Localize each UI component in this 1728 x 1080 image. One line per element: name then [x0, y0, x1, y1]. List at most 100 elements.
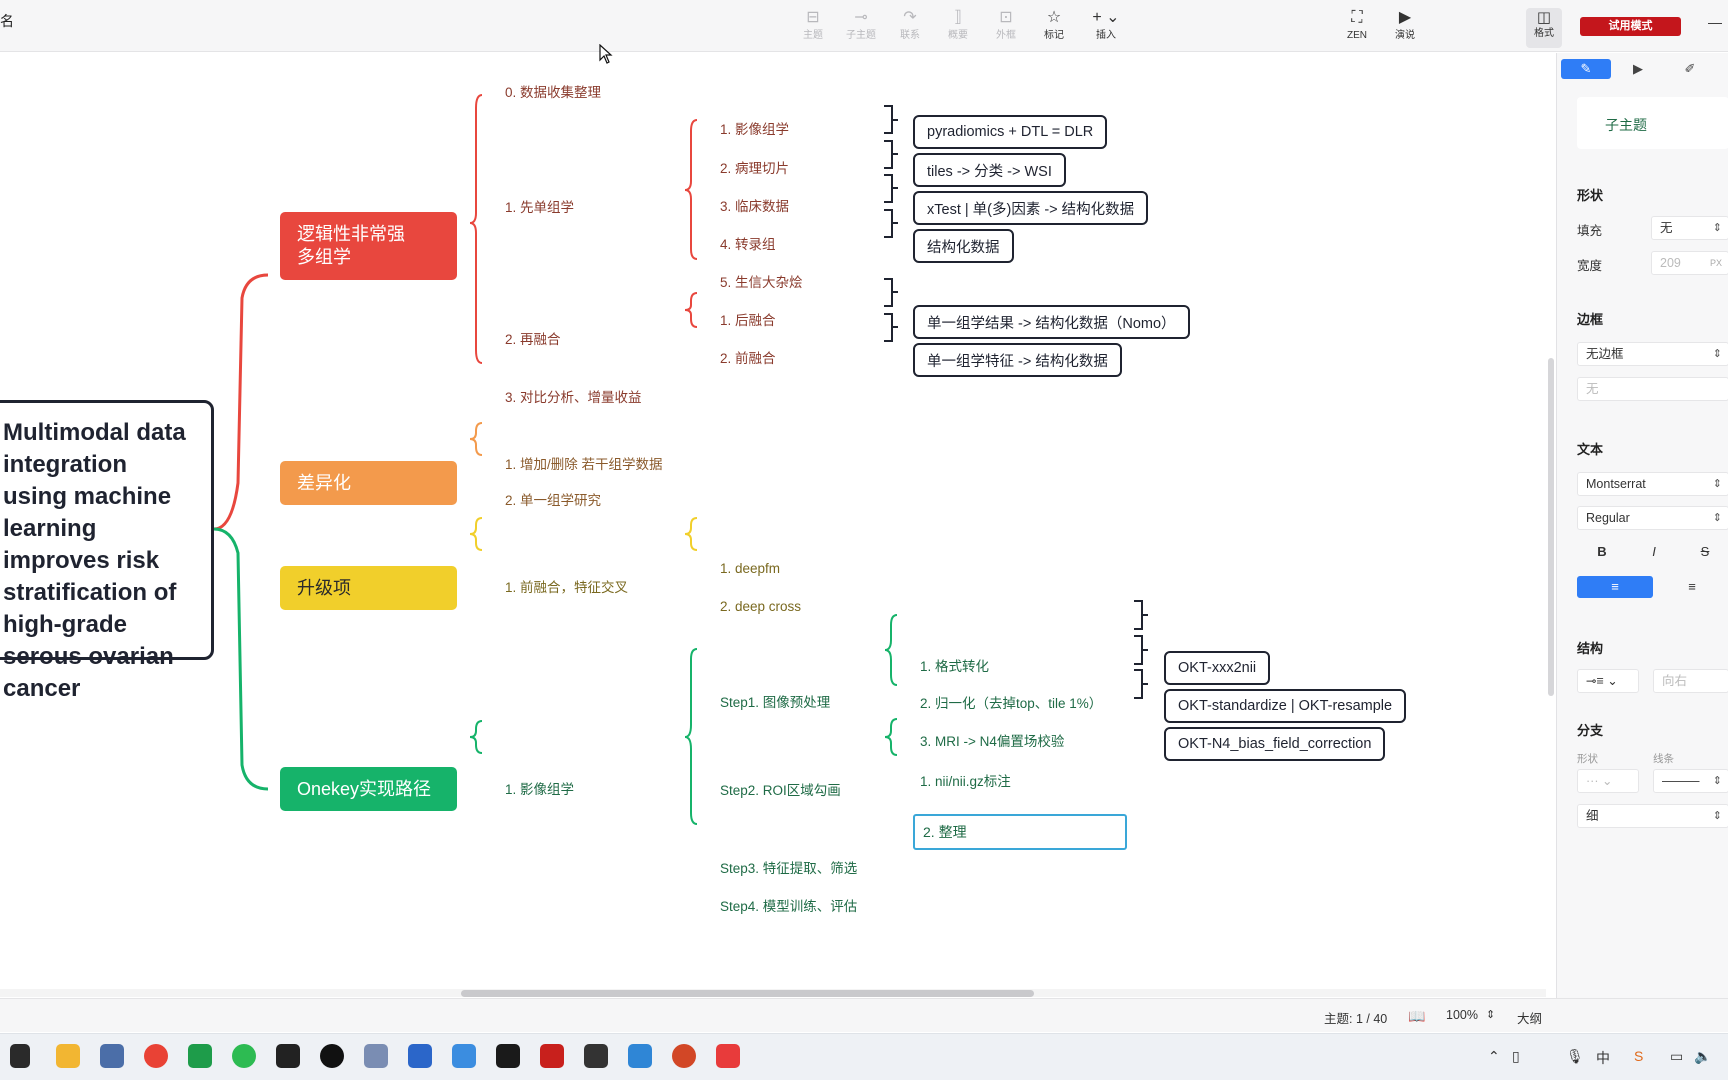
- font-select[interactable]: Montserrat ⇕: [1577, 472, 1728, 496]
- branch-line-select[interactable]: ——— ⇕: [1653, 769, 1728, 793]
- sogou-icon[interactable]: S: [1634, 1048, 1643, 1064]
- topic-clinical[interactable]: 3. 临床数据: [720, 198, 789, 216]
- central-topic[interactable]: Multimodal data integration using machin…: [0, 400, 214, 702]
- branch-onekey[interactable]: Onekey实现路径: [280, 767, 457, 811]
- volume-icon[interactable]: 🔈: [1694, 1048, 1711, 1065]
- boundary-button[interactable]: ⊡ 外框: [981, 8, 1031, 48]
- border-select[interactable]: 无边框 ⇕: [1577, 342, 1728, 366]
- topic-add-remove[interactable]: 1. 增加/删除 若干组学数据: [505, 456, 663, 474]
- screen-recorder-icon[interactable]: [276, 1044, 300, 1068]
- tencent-docs-icon[interactable]: [408, 1044, 432, 1068]
- vertical-scroll-thumb[interactable]: [1548, 358, 1554, 696]
- topic-comparison[interactable]: 3. 对比分析、增量收益: [505, 389, 642, 407]
- horizontal-scroll-thumb[interactable]: [461, 990, 1034, 997]
- align-center-button[interactable]: ≡: [1655, 576, 1728, 598]
- acrobat-icon[interactable]: [540, 1044, 564, 1068]
- branch-shape-select[interactable]: ··· ⌄: [1577, 769, 1639, 793]
- topic-single-study[interactable]: 2. 单一组学研究: [505, 492, 601, 510]
- note-pathology[interactable]: tiles -> 分类 -> WSI: [913, 153, 1066, 187]
- network-tray-icon[interactable]: ▭: [1670, 1048, 1683, 1065]
- branch-thickness-select[interactable]: 细 ⇕: [1577, 804, 1728, 828]
- minimize-button[interactable]: —: [1708, 14, 1722, 30]
- topic-single-omics[interactable]: 1. 先单组学: [505, 199, 574, 217]
- topic-deep-cross[interactable]: 2. deep cross: [720, 598, 801, 616]
- chrome-icon[interactable]: [144, 1044, 168, 1068]
- topic-step2[interactable]: Step2. ROI区域勾画: [720, 782, 841, 800]
- note-transcriptome[interactable]: 结构化数据: [913, 229, 1014, 263]
- topic-transcriptome[interactable]: 4. 转录组: [720, 236, 776, 254]
- battery-icon[interactable]: ▯: [1512, 1048, 1520, 1065]
- topic-radiomics[interactable]: 1. 影像组学: [720, 121, 789, 139]
- topic-step3[interactable]: Step3. 特征提取、筛选: [720, 860, 857, 878]
- branch-differentiation[interactable]: 差异化: [280, 461, 457, 505]
- topic-format-convert[interactable]: 1. 格式转化: [920, 658, 989, 676]
- topic-nii-annotation[interactable]: 1. nii/nii.gz标注: [920, 773, 1011, 791]
- zen-button[interactable]: ⛶ ZEN: [1332, 8, 1382, 48]
- marker-button[interactable]: ☆ 标记: [1029, 8, 1079, 48]
- capcut-icon[interactable]: [320, 1044, 344, 1068]
- network-icon[interactable]: [364, 1044, 388, 1068]
- structure-direction-select[interactable]: 向右: [1653, 669, 1728, 693]
- topic-onekey-radiomics[interactable]: 1. 影像组学: [505, 781, 574, 799]
- slide-tab[interactable]: ▶: [1613, 59, 1663, 79]
- topic-type-card[interactable]: 子主题: [1577, 97, 1728, 149]
- topic-early-fusion[interactable]: 2. 前融合: [720, 350, 776, 368]
- branch-omics[interactable]: 逻辑性非常强 多组学: [280, 212, 457, 280]
- note-okt-n4[interactable]: OKT-N4_bias_field_correction: [1164, 727, 1386, 761]
- strikethrough-button[interactable]: S: [1681, 541, 1728, 563]
- topic-early-fusion-cross[interactable]: 1. 前融合，特征交叉: [505, 579, 628, 597]
- insert-button[interactable]: + ⌄ 插入: [1081, 8, 1131, 48]
- bold-button[interactable]: B: [1577, 541, 1627, 563]
- subtopic-button[interactable]: ⊸ 子主题: [836, 8, 886, 48]
- topic-button[interactable]: ⊟ 主题: [788, 8, 838, 48]
- branch-upgrade[interactable]: 升级项: [280, 566, 457, 610]
- width-input[interactable]: 209 PX: [1651, 251, 1728, 275]
- wechat-icon[interactable]: [232, 1044, 256, 1068]
- note-tab[interactable]: ✐: [1665, 59, 1715, 79]
- feishu-icon[interactable]: [452, 1044, 476, 1068]
- send-icon[interactable]: [100, 1044, 124, 1068]
- trial-mode-button[interactable]: 试用模式: [1580, 17, 1681, 36]
- note-okt-2nii[interactable]: OKT-xxx2nii: [1164, 651, 1271, 685]
- photos-icon[interactable]: [628, 1044, 652, 1068]
- align-left-button[interactable]: ≡: [1577, 576, 1653, 598]
- topic-pathology[interactable]: 2. 病理切片: [720, 160, 789, 178]
- style-tab[interactable]: ✎: [1561, 59, 1611, 79]
- powerpoint-icon[interactable]: [672, 1044, 696, 1068]
- selected-topic-organize[interactable]: 2. 整理: [913, 814, 1127, 850]
- xmind-icon[interactable]: [716, 1044, 740, 1068]
- fill-select[interactable]: 无 ⇕: [1651, 216, 1728, 240]
- pitch-button[interactable]: ▶ 演说: [1380, 8, 1430, 48]
- topic-late-fusion[interactable]: 1. 后融合: [720, 312, 776, 330]
- topic-normalize[interactable]: 2. 归一化（去掉top、tile 1%）: [920, 695, 1102, 713]
- book-icon[interactable]: 📖: [1408, 1008, 1425, 1025]
- border-color-select[interactable]: 无: [1577, 377, 1728, 401]
- font-weight-select[interactable]: Regular ⇕: [1577, 506, 1728, 530]
- topic-n4-correction[interactable]: 3. MRI -> N4偏置场校验: [920, 733, 1064, 751]
- microphone-icon[interactable]: 🎙: [1566, 1048, 1584, 1065]
- ime-icon[interactable]: 中: [1596, 1048, 1610, 1068]
- italic-button[interactable]: I: [1629, 541, 1679, 563]
- note-clinical[interactable]: xTest | 单(多)因素 -> 结构化数据: [913, 191, 1149, 225]
- terminal-icon[interactable]: [496, 1044, 520, 1068]
- zoom-stepper-icon[interactable]: ⇕: [1486, 1008, 1495, 1021]
- console-icon[interactable]: [584, 1044, 608, 1068]
- topic-fusion[interactable]: 2. 再融合: [505, 331, 561, 349]
- topic-bioinfo[interactable]: 5. 生信大杂烩: [720, 274, 803, 292]
- zoom-level[interactable]: 100%: [1446, 1008, 1478, 1022]
- topic-deepfm[interactable]: 1. deepfm: [720, 560, 780, 578]
- note-radiomics[interactable]: pyradiomics + DTL = DLR: [913, 115, 1108, 149]
- format-panel-toggle[interactable]: ◫ 格式: [1526, 8, 1562, 48]
- topic-data-collection[interactable]: 0. 数据收集整理: [505, 84, 601, 102]
- folder-icon[interactable]: [56, 1044, 80, 1068]
- pycharm-icon[interactable]: [188, 1044, 212, 1068]
- mindmap-canvas[interactable]: Multimodal data integration using machin…: [0, 53, 1554, 993]
- note-okt-standardize[interactable]: OKT-standardize | OKT-resample: [1164, 689, 1407, 723]
- tray-chevron-icon[interactable]: ⌃: [1488, 1048, 1500, 1065]
- relationship-button[interactable]: ↷ 联系: [885, 8, 935, 48]
- summary-button[interactable]: ⟧ 概要: [933, 8, 983, 48]
- topic-step4[interactable]: Step4. 模型训练、评估: [720, 898, 857, 916]
- structure-select[interactable]: ⊸≡ ⌄: [1577, 669, 1639, 693]
- note-late-fusion[interactable]: 单一组学结果 -> 结构化数据（Nomo）: [913, 305, 1190, 339]
- topic-step1[interactable]: Step1. 图像预处理: [720, 694, 830, 712]
